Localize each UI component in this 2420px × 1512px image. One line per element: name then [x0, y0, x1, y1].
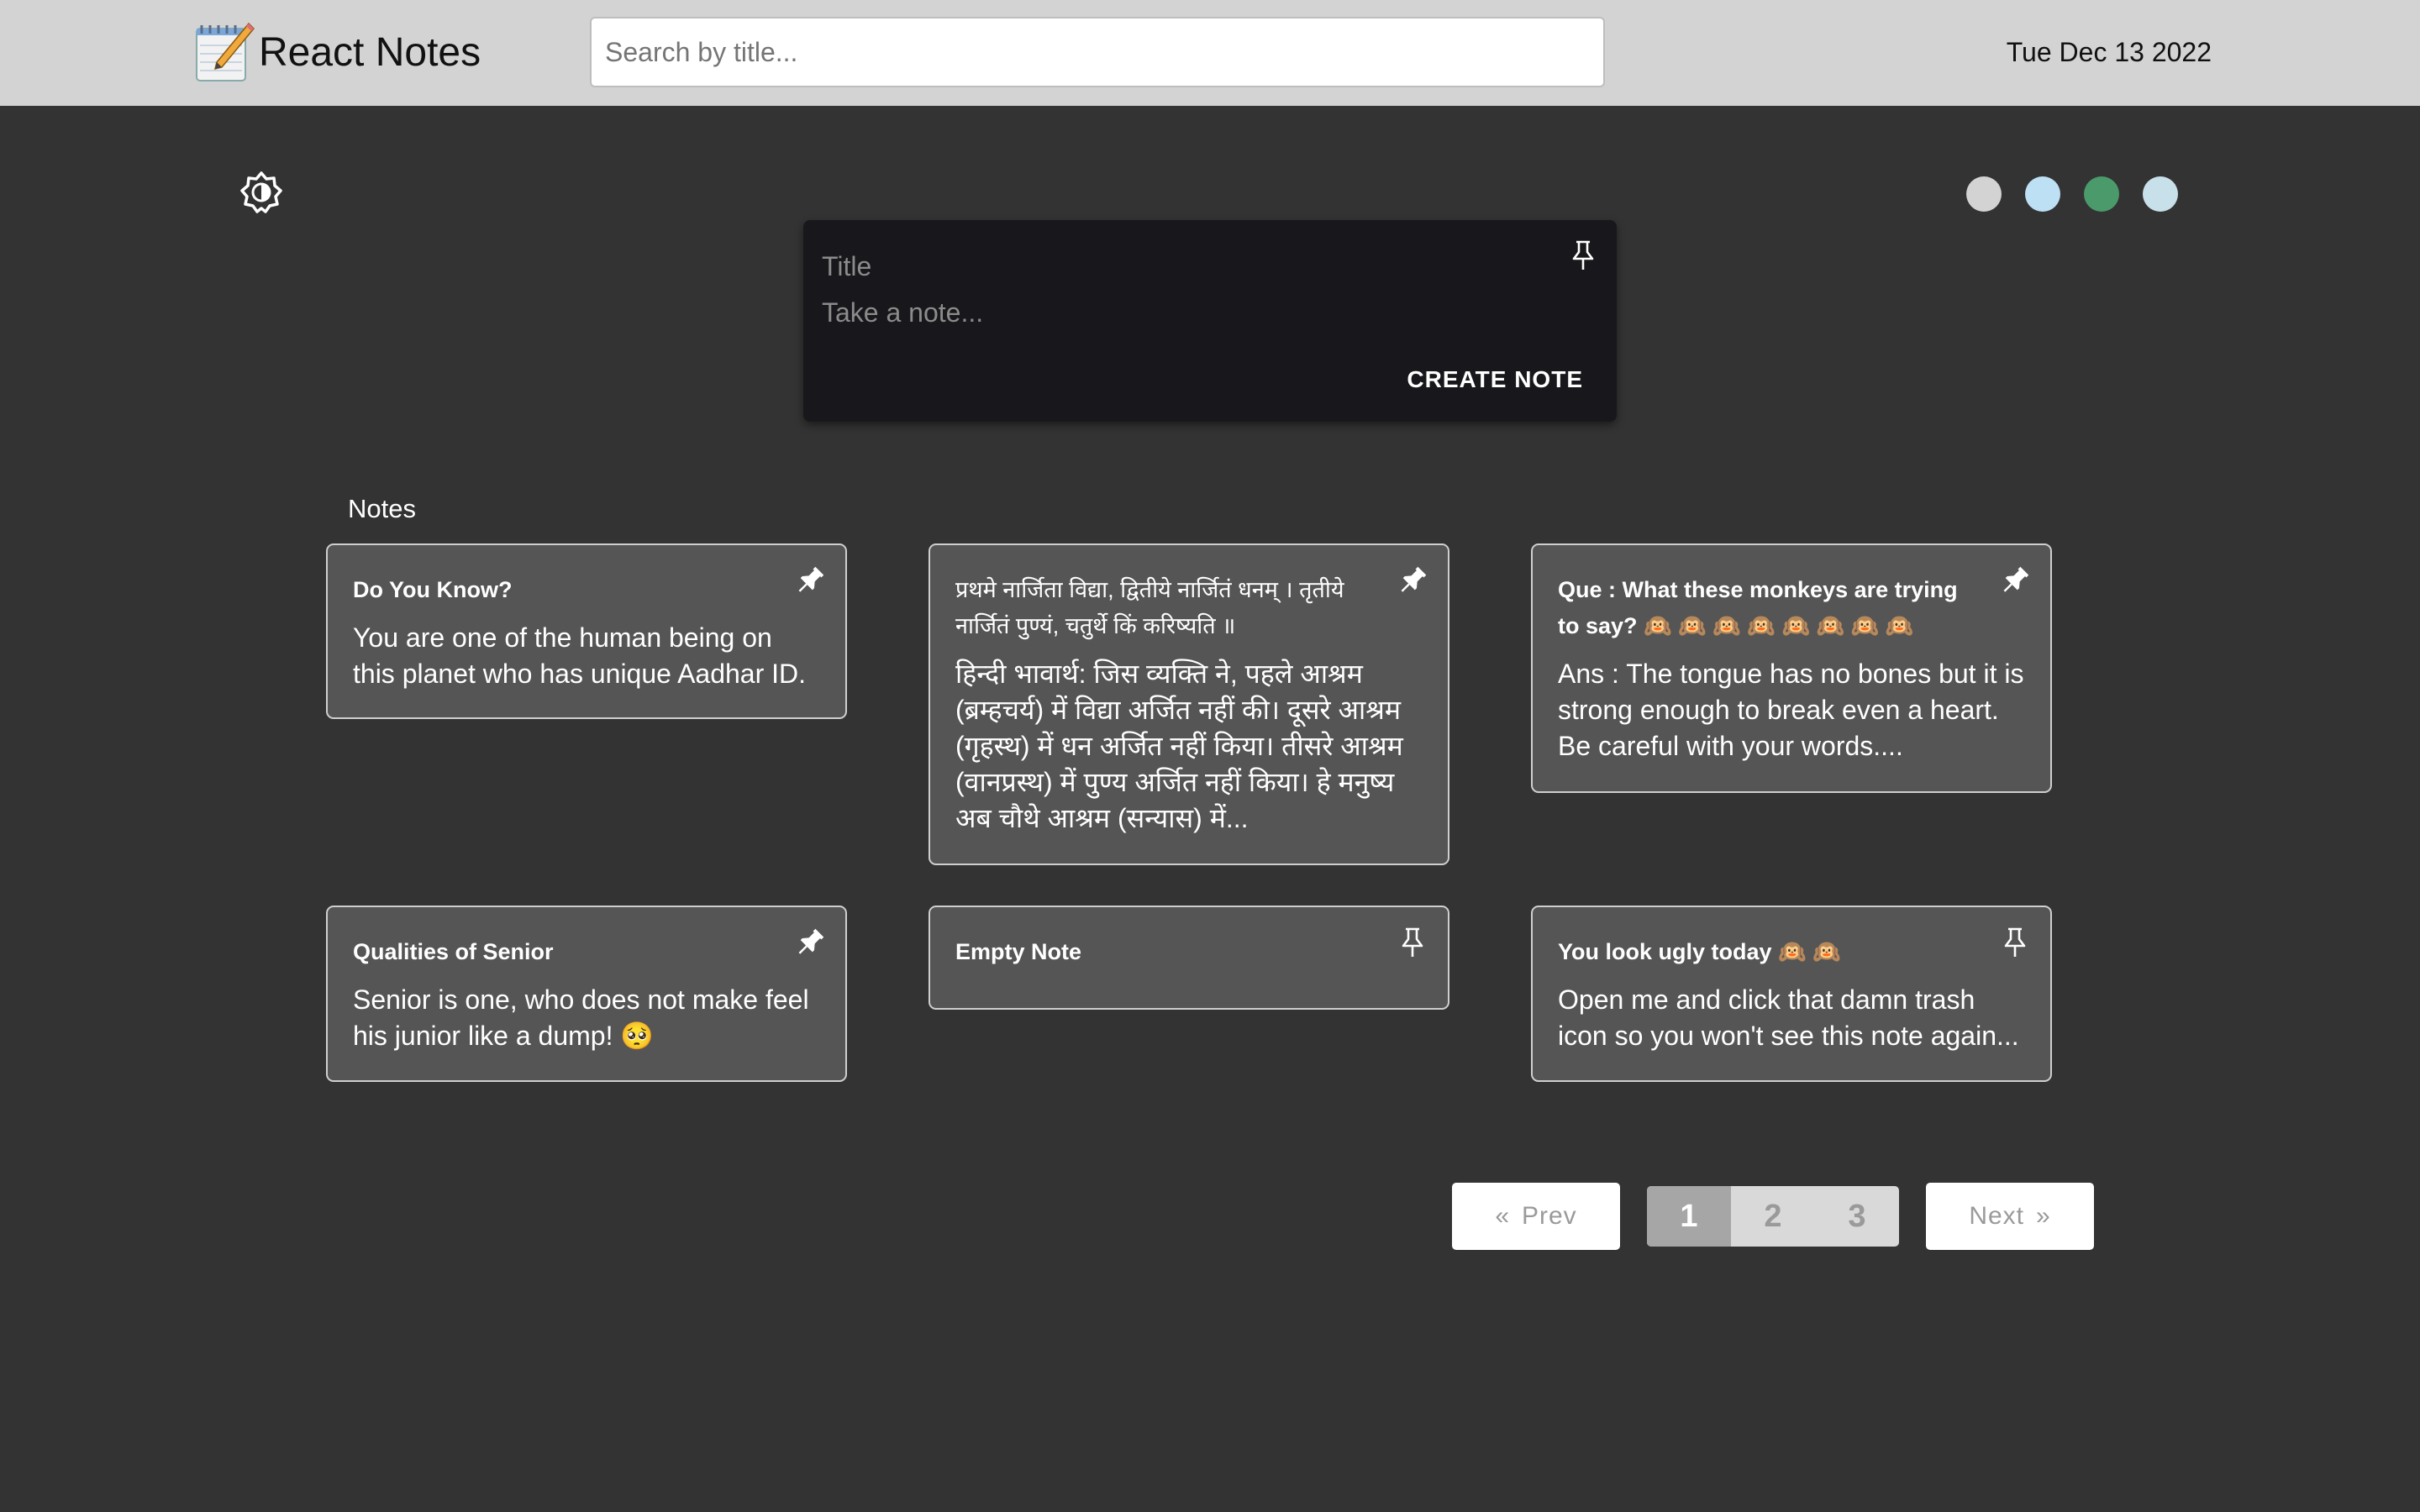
notes-section-label: Notes: [348, 494, 416, 523]
pin-outline-icon[interactable]: [1396, 926, 1429, 959]
search-input[interactable]: [590, 17, 1605, 87]
note-card[interactable]: प्रथमे नार्जिता विद्या, द्वितीये नार्जित…: [929, 543, 1449, 865]
color-picker: [1966, 176, 2178, 212]
create-note-card: CREATE NOTE: [803, 220, 1617, 422]
pin-filled-icon[interactable]: [1396, 564, 1429, 597]
note-title: You look ugly today 🙉 🙉: [1558, 939, 1841, 964]
notepad-pencil-icon: [190, 18, 257, 86]
pin-outline-icon[interactable]: [1998, 926, 2032, 959]
note-card[interactable]: Empty Note: [929, 906, 1449, 1010]
color-option-green[interactable]: [2084, 176, 2119, 212]
note-card[interactable]: Do You Know? You are one of the human be…: [326, 543, 847, 719]
prev-label: Prev: [1522, 1202, 1577, 1230]
note-title: Que : What these monkeys are trying to s…: [1558, 577, 1965, 638]
page-button-2[interactable]: 2: [1731, 1186, 1815, 1247]
page-button-1[interactable]: 1: [1647, 1186, 1731, 1247]
note-title: Qualities of Senior: [353, 939, 554, 964]
current-date: Tue Dec 13 2022: [2006, 37, 2212, 67]
note-card[interactable]: Que : What these monkeys are trying to s…: [1531, 543, 2052, 793]
page-numbers: 1 2 3: [1647, 1186, 1899, 1247]
note-card[interactable]: You look ugly today 🙉 🙉 Open me and clic…: [1531, 906, 2052, 1082]
pin-filled-icon[interactable]: [1998, 564, 2032, 597]
note-body: Senior is one, who does not make feel hi…: [353, 984, 817, 1051]
app-header: React Notes Tue Dec 13 2022: [0, 0, 2420, 106]
app-logo: React Notes: [190, 18, 481, 86]
note-body: Open me and click that damn trash icon s…: [1558, 984, 2019, 1051]
note-card[interactable]: Qualities of Senior Senior is one, who d…: [326, 906, 847, 1082]
note-title: प्रथमे नार्जिता विद्या, द्वितीये नार्जित…: [955, 577, 1351, 638]
brightness-icon[interactable]: [240, 171, 282, 213]
note-body-input[interactable]: [820, 296, 1580, 346]
note-title-input[interactable]: [820, 242, 1546, 291]
note-body: हिन्दी भावार्थ: जिस व्यक्ति ने, पहले आश्…: [955, 659, 1411, 833]
app-title: React Notes: [259, 29, 481, 75]
page-button-3[interactable]: 3: [1815, 1186, 1899, 1247]
color-option-light-blue[interactable]: [2025, 176, 2060, 212]
double-chevron-right-icon: »: [2036, 1202, 2051, 1230]
note-body: You are one of the human being on this p…: [353, 622, 807, 689]
pin-filled-icon[interactable]: [793, 926, 827, 959]
create-note-button[interactable]: CREATE NOTE: [1403, 361, 1586, 398]
pin-filled-icon[interactable]: [793, 564, 827, 597]
color-option-pale-blue[interactable]: [2143, 176, 2178, 212]
pin-outline-icon[interactable]: [1568, 239, 1598, 272]
next-page-button[interactable]: Next »: [1926, 1183, 2094, 1250]
note-title: Empty Note: [955, 939, 1082, 964]
next-label: Next: [1969, 1202, 2024, 1230]
note-body: Ans : The tongue has no bones but it is …: [1558, 659, 2032, 761]
note-title: Do You Know?: [353, 577, 513, 602]
double-chevron-left-icon: «: [1495, 1202, 1510, 1230]
prev-page-button[interactable]: « Prev: [1452, 1183, 1620, 1250]
color-option-gray[interactable]: [1966, 176, 2002, 212]
